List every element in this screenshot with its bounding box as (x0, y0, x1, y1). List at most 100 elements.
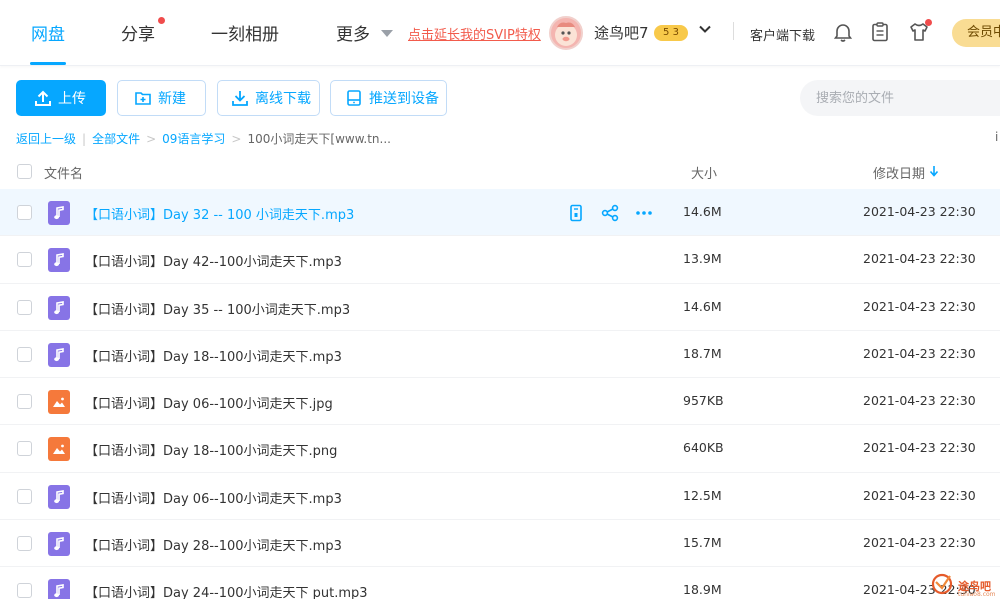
file-modified-date: 2021-04-23 22:30 (863, 345, 976, 361)
table-row[interactable]: 【口语小词】Day 28--100小词走天下.mp3 15.7M 2021-04-2… (0, 520, 1000, 568)
nav-tab-netdisk[interactable]: 网盘 (31, 20, 65, 45)
column-header-name[interactable]: 文件名 (44, 163, 83, 182)
file-name[interactable]: 【口语小词】Day 24--100小词走天下 put.mp3 (85, 582, 368, 599)
file-modified-date: 2021-04-23 22:30 (863, 487, 976, 503)
download-icon (232, 91, 248, 106)
audio-file-icon (48, 532, 70, 557)
row-checkbox[interactable] (17, 299, 32, 315)
row-checkbox[interactable] (17, 346, 32, 362)
push-to-device-button[interactable]: 推送到设备 (330, 80, 447, 116)
svip-promo-link[interactable]: 点击延长我的SVIP特权 (408, 24, 541, 43)
nav-divider (733, 22, 734, 40)
search-input[interactable] (800, 80, 1000, 116)
audio-file-icon (48, 579, 70, 599)
file-list: 【口语小词】Day 32 -- 100 小词走天下.mp3 14.6M 2021-0… (0, 189, 1000, 599)
nav-tab-album[interactable]: 一刻相册 (211, 20, 279, 45)
nav-tab-more[interactable]: 更多 (336, 20, 370, 45)
user-avatar[interactable] (549, 16, 583, 50)
table-row[interactable]: 【口语小词】Day 18--100小词走天下.png 640KB 2021-04-2… (0, 425, 1000, 473)
music-note-icon (54, 253, 64, 267)
share-notification-dot (158, 17, 165, 24)
file-name[interactable]: 【口语小词】Day 35 -- 100小词走天下.mp3 (85, 299, 350, 318)
audio-file-icon (48, 248, 70, 273)
audio-file-icon (48, 201, 70, 225)
breadcrumb-back-link[interactable]: 返回上一级 (16, 130, 76, 147)
file-size: 14.6M (683, 204, 722, 219)
bell-icon[interactable] (832, 21, 854, 43)
clipboard-icon[interactable] (869, 21, 891, 43)
row-checkbox[interactable] (17, 441, 32, 457)
table-row[interactable]: 【口语小词】Day 24--100小词走天下 put.mp3 18.9M 2021-… (0, 567, 1000, 599)
row-checkbox[interactable] (17, 583, 32, 599)
nav-tab-share[interactable]: 分享 (121, 20, 155, 45)
table-row[interactable]: 【口语小词】Day 35 -- 100小词走天下.mp3 14.6M 2021-04… (0, 284, 1000, 331)
file-name[interactable]: 【口语小词】Day 18--100小词走天下.png (85, 440, 337, 459)
file-size: 640KB (683, 440, 724, 456)
music-note-icon (54, 489, 64, 503)
music-note-icon (54, 347, 64, 361)
file-size: 15.7M (683, 535, 722, 551)
file-name[interactable]: 【口语小词】Day 28--100小词走天下.mp3 (85, 535, 342, 554)
breadcrumb-divider: | (82, 131, 87, 146)
music-note-icon (54, 537, 64, 551)
chevron-down-icon[interactable] (699, 23, 711, 35)
row-checkbox[interactable] (17, 252, 32, 268)
file-modified-date: 2021-04-23 22:30 (863, 251, 976, 267)
row-checkbox[interactable] (17, 205, 32, 220)
audio-file-icon (48, 342, 70, 367)
file-size: 18.9M (683, 582, 722, 598)
device-icon (347, 90, 361, 106)
file-modified-date: 2021-04-23 22:30 (863, 535, 976, 551)
breadcrumb-folder[interactable]: 09语言学习 (162, 130, 225, 147)
file-name[interactable]: 【口语小词】Day 42--100小词走天下.mp3 (85, 251, 342, 270)
audio-file-icon (48, 484, 70, 509)
upload-label: 上传 (58, 91, 86, 107)
push-device-icon[interactable] (566, 203, 586, 223)
file-size: 12.5M (683, 487, 722, 503)
file-name[interactable]: 【口语小词】Day 06--100小词走天下.mp3 (85, 488, 342, 507)
music-note-icon (54, 300, 64, 314)
level-badge: 5 3 (654, 25, 688, 41)
table-row[interactable]: 【口语小词】Day 06--100小词走天下.jpg 957KB 2021-04-2… (0, 378, 1000, 426)
new-folder-button[interactable]: 新建 (117, 80, 206, 116)
vip-center-button[interactable]: 会员中 (952, 19, 1000, 47)
table-row[interactable]: 【口语小词】Day 06--100小词走天下.mp3 12.5M 2021-04-2… (0, 473, 1000, 521)
more-options-icon[interactable] (634, 203, 654, 223)
file-name[interactable]: 【口语小词】Day 06--100小词走天下.jpg (85, 393, 333, 412)
row-checkbox[interactable] (17, 536, 32, 552)
audio-file-icon (48, 295, 70, 320)
column-header-date[interactable]: 修改日期 (873, 163, 925, 182)
file-name[interactable]: 【口语小词】Day 18--100小词走天下.mp3 (85, 346, 342, 365)
file-name[interactable]: 【口语小词】Day 32 -- 100 小词走天下.mp3 (85, 204, 354, 223)
select-all-checkbox[interactable] (17, 164, 32, 179)
image-file-icon (48, 390, 70, 415)
push-to-device-label: 推送到设备 (369, 91, 439, 107)
table-header: 文件名 大小 修改日期 (0, 153, 1000, 189)
table-row[interactable]: 【口语小词】Day 18--100小词走天下.mp3 18.7M 2021-04-2… (0, 331, 1000, 379)
column-header-size[interactable]: 大小 (691, 163, 717, 182)
upload-button[interactable]: 上传 (16, 80, 106, 116)
offline-download-button[interactable]: 离线下载 (217, 80, 320, 116)
file-size: 13.9M (683, 251, 722, 267)
nav-active-indicator (30, 62, 66, 65)
new-label: 新建 (158, 91, 186, 107)
row-checkbox[interactable] (17, 394, 32, 410)
image-icon (53, 397, 65, 408)
share-icon[interactable] (600, 203, 620, 223)
breadcrumb-chevron-icon: > (231, 131, 242, 146)
row-checkbox[interactable] (17, 488, 32, 504)
breadcrumb-current: 100小词走天下[www.tn... (247, 132, 391, 146)
breadcrumb-all-files[interactable]: 全部文件 (92, 130, 140, 147)
file-size: 18.7M (683, 345, 722, 361)
offline-download-label: 离线下载 (255, 91, 311, 107)
sort-descending-icon[interactable] (929, 165, 939, 177)
username[interactable]: 途鸟吧7 (594, 22, 649, 43)
file-modified-date: 2021-04-23 22:30 (863, 298, 976, 314)
table-row[interactable]: 【口语小词】Day 42--100小词走天下.mp3 13.9M 2021-04-2… (0, 236, 1000, 284)
table-row[interactable]: 【口语小词】Day 32 -- 100 小词走天下.mp3 14.6M 2021-0… (0, 189, 1000, 237)
client-download-link[interactable]: 客户端下载 (750, 25, 815, 44)
music-note-icon (54, 584, 64, 598)
info-icon[interactable]: i (995, 130, 998, 144)
more-dropdown-icon[interactable] (381, 30, 393, 37)
image-icon (53, 445, 65, 455)
